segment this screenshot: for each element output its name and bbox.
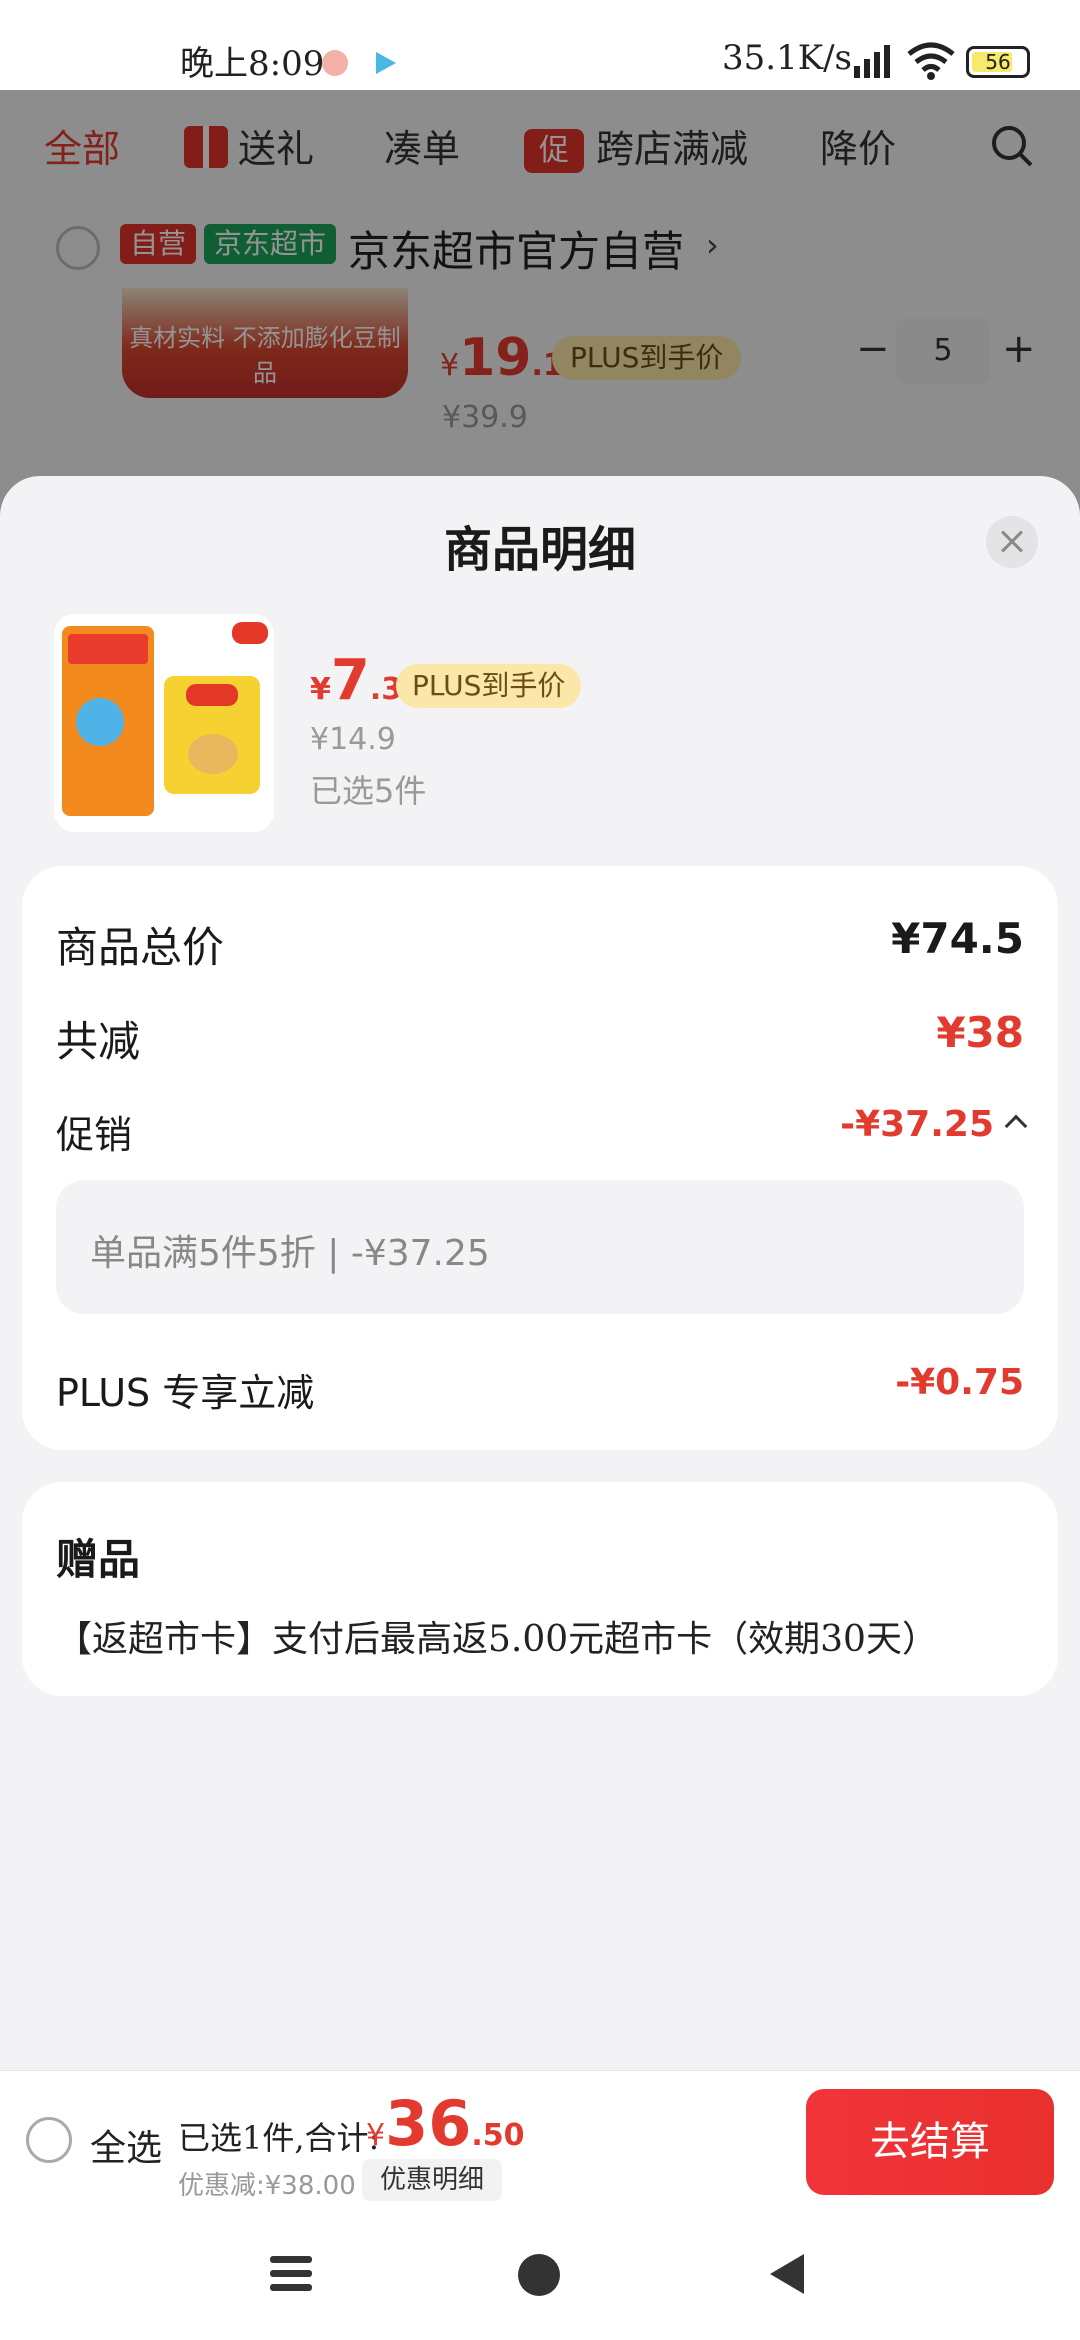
chevron-up-icon: [1004, 1114, 1028, 1138]
selected-count: 已选5件: [310, 772, 427, 810]
battery-level: 56: [985, 50, 1011, 74]
checkout-button[interactable]: 去结算: [806, 2089, 1054, 2195]
promotion-value: -¥37.25: [840, 1104, 994, 1145]
sheet-title: 商品明细: [443, 522, 636, 578]
network-speed: 35.1K/s: [722, 38, 853, 78]
status-bar: 晚上8:09 35.1K/s 56: [0, 0, 1080, 90]
status-time: 晚上8:09: [180, 44, 325, 84]
close-button[interactable]: [986, 516, 1038, 568]
battery-icon: 56: [966, 46, 1030, 78]
gift-title: 赠品: [56, 1535, 141, 1584]
gift-card: 赠品 【返超市卡】支付后最高返5.00元超市卡（效期30天）: [22, 1482, 1058, 1696]
plus-discount-label: PLUS 专享立减: [56, 1371, 315, 1415]
promotion-label: 促销: [56, 1113, 133, 1157]
select-all-radio[interactable]: [26, 2117, 72, 2163]
product-image: [54, 614, 274, 832]
price-breakdown-card: 商品总价 ¥74.5 共减 ¥38 促销 -¥37.25 单品满5件5折 | -…: [22, 866, 1058, 1450]
product-price: ¥7.3: [310, 648, 403, 713]
play-icon: [376, 52, 396, 74]
home-icon[interactable]: [518, 2254, 560, 2296]
system-nav-bar: [0, 2210, 1080, 2340]
signal-icon: [854, 45, 890, 78]
plus-price-tag: PLUS到手价: [396, 664, 582, 708]
wifi-icon: [907, 42, 955, 80]
total-reduction-value: ¥38: [936, 1008, 1024, 1057]
total-reduction-label: 共减: [56, 1017, 141, 1066]
promotion-toggle[interactable]: -¥37.25: [840, 1104, 1028, 1145]
total-price-label: 商品总价: [56, 923, 225, 972]
product-original-price: ¥14.9: [310, 722, 396, 757]
plus-discount-value: -¥0.75: [895, 1362, 1024, 1403]
promotion-detail-box: 单品满5件5折 | -¥37.25: [56, 1180, 1024, 1314]
promotion-detail-text: 单品满5件5折 | -¥37.25: [90, 1233, 490, 1274]
gift-description: 【返超市卡】支付后最高返5.00元超市卡（效期30天）: [56, 1619, 938, 1660]
product-detail-sheet: 商品明细 ¥7.3 PLUS到手价 ¥14.9 已选5件 商品总价 ¥74.5 …: [0, 476, 1080, 2070]
total-amount: ¥36.50: [366, 2087, 525, 2160]
discount-detail-button[interactable]: 优惠明细: [362, 2159, 503, 2201]
menu-icon[interactable]: [270, 2256, 312, 2292]
app-notification-icon: [322, 50, 348, 76]
checkout-bar: 全选 已选1件,合计: ¥36.50 优惠减:¥38.00 优惠明细 去结算: [0, 2070, 1080, 2210]
back-icon[interactable]: [770, 2254, 804, 2294]
selection-summary: 已选1件,合计:: [178, 2119, 380, 2157]
discount-amount: 优惠减:¥38.00: [178, 2171, 356, 2201]
select-all-label[interactable]: 全选: [90, 2119, 162, 2171]
total-price-value: ¥74.5: [891, 914, 1024, 963]
